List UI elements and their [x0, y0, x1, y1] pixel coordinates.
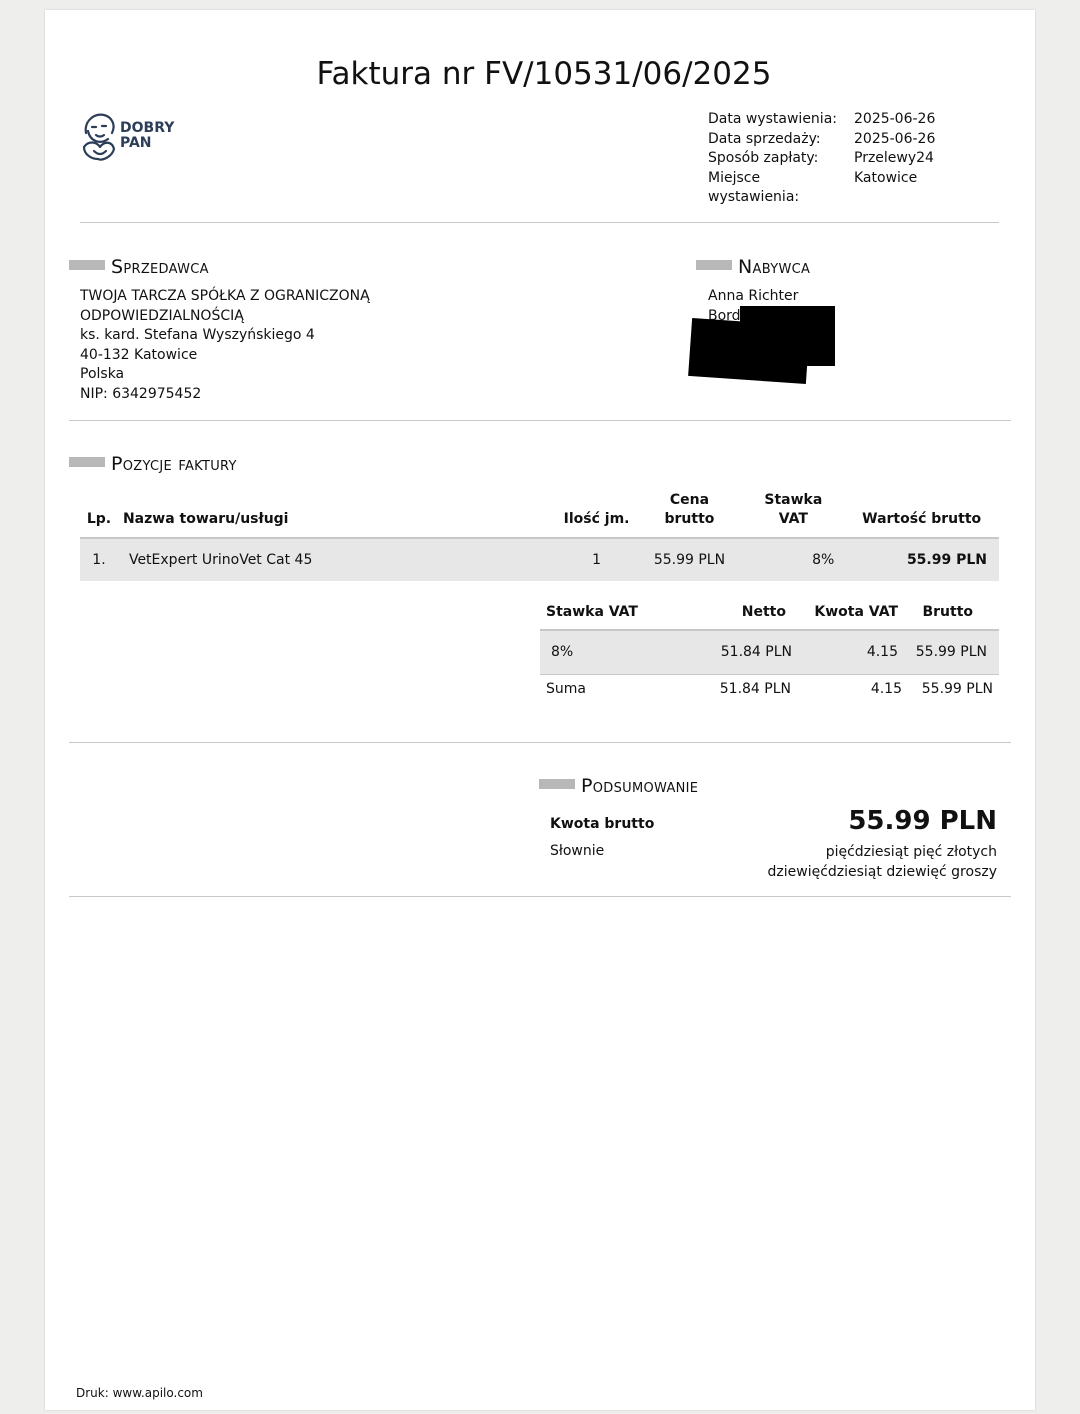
item-total: 55.99 PLN [906, 552, 987, 568]
vat-sum-gross: 55.99 PLN [921, 681, 993, 698]
section-marker [696, 260, 732, 270]
vat-col-net: Netto [741, 604, 786, 620]
item-qty: 1 [592, 552, 602, 568]
meta-label: Data wystawienia: [708, 111, 837, 127]
vat-col-vat: Kwota VAT [814, 604, 898, 620]
section-marker [539, 779, 575, 789]
col-header-price: Cena brutto [664, 492, 715, 527]
vat-col-gross: Brutto [922, 604, 973, 620]
vat-col-rate: Stawka VAT [546, 604, 638, 620]
gross-label: Kwota brutto [550, 816, 655, 832]
divider [69, 742, 1011, 743]
seller-address: TWOJA TARCZA SPÓŁKA Z OGRANICZONĄ ODPOWI… [80, 288, 370, 402]
meta-value: 2025-06-26 [854, 111, 936, 127]
vat-sum-row: Suma 51.84 PLN 4.15 55.99 PLN [540, 674, 999, 704]
vat-sum-net: 51.84 PLN [719, 681, 791, 698]
item-vat: 8% [812, 552, 835, 568]
buyer-name: Anna Richter [708, 288, 799, 304]
col-header-name: Nazwa towaru/usługi [122, 511, 289, 527]
amount-in-words: pięćdziesiąt pięć złotych dziewięćdziesi… [767, 844, 998, 880]
col-header-vat: Stawka VAT [764, 492, 823, 527]
vat-row: 8% 51.84 PLN 4.15 55.99 PLN [540, 630, 999, 674]
items-table: Lp. Nazwa towaru/usługi Ilość jm. Cena b… [80, 490, 999, 581]
meta-label: Miejsce wystawienia: [708, 169, 800, 206]
items-heading: Pozycje faktury [111, 453, 237, 475]
dobry-pan-logo-icon [82, 113, 116, 161]
vat-sum-vat: 4.15 [870, 681, 902, 698]
col-header-lp: Lp. [86, 511, 112, 527]
vat-row-vat: 4.15 [866, 644, 898, 661]
meta-label: Sposób zapłaty: [708, 150, 819, 166]
invoice-title: Faktura nr FV/10531/06/2025 [316, 56, 772, 92]
divider [80, 222, 999, 223]
meta-value: Przelewy24 [854, 150, 934, 166]
meta-value: 2025-06-26 [854, 130, 936, 147]
divider [69, 420, 1011, 421]
invoice-page [45, 10, 1035, 1410]
col-header-total: Wartość brutto [862, 511, 982, 527]
vat-row-rate: 8% [551, 644, 574, 661]
col-header-qty: Ilość jm. [563, 511, 630, 527]
item-price: 55.99 PLN [653, 552, 726, 568]
meta-value: Katowice [854, 169, 918, 186]
table-row: 1. VetExpert UrinoVet Cat 45 1 55.99 PLN… [80, 538, 999, 581]
buyer-heading: Nabywca [738, 256, 811, 278]
vat-row-gross: 55.99 PLN [915, 644, 987, 661]
section-marker [69, 260, 105, 270]
vat-sum-label: Suma [546, 681, 586, 698]
item-lp: 1. [92, 552, 106, 568]
words-label: Słownie [550, 843, 605, 859]
vat-table: Stawka VAT Netto Kwota VAT Brutto 8% 51.… [540, 603, 999, 704]
footer-text: Druk: www.apilo.com [76, 1386, 203, 1400]
section-marker [69, 457, 105, 467]
gross-value: 55.99 PLN [848, 806, 997, 836]
redaction-block [688, 317, 810, 385]
summary-heading: Podsumowanie [581, 775, 699, 797]
item-name: VetExpert UrinoVet Cat 45 [128, 552, 313, 568]
vat-row-net: 51.84 PLN [720, 644, 792, 661]
meta-label: Data sprzedaży: [708, 130, 821, 147]
divider [69, 896, 1011, 897]
invoice-meta: Data wystawienia: 2025-06-26 Data sprzeda… [708, 110, 935, 208]
seller-heading: Sprzedawca [111, 256, 209, 278]
logo-text: DOBRY PAN [120, 120, 175, 151]
